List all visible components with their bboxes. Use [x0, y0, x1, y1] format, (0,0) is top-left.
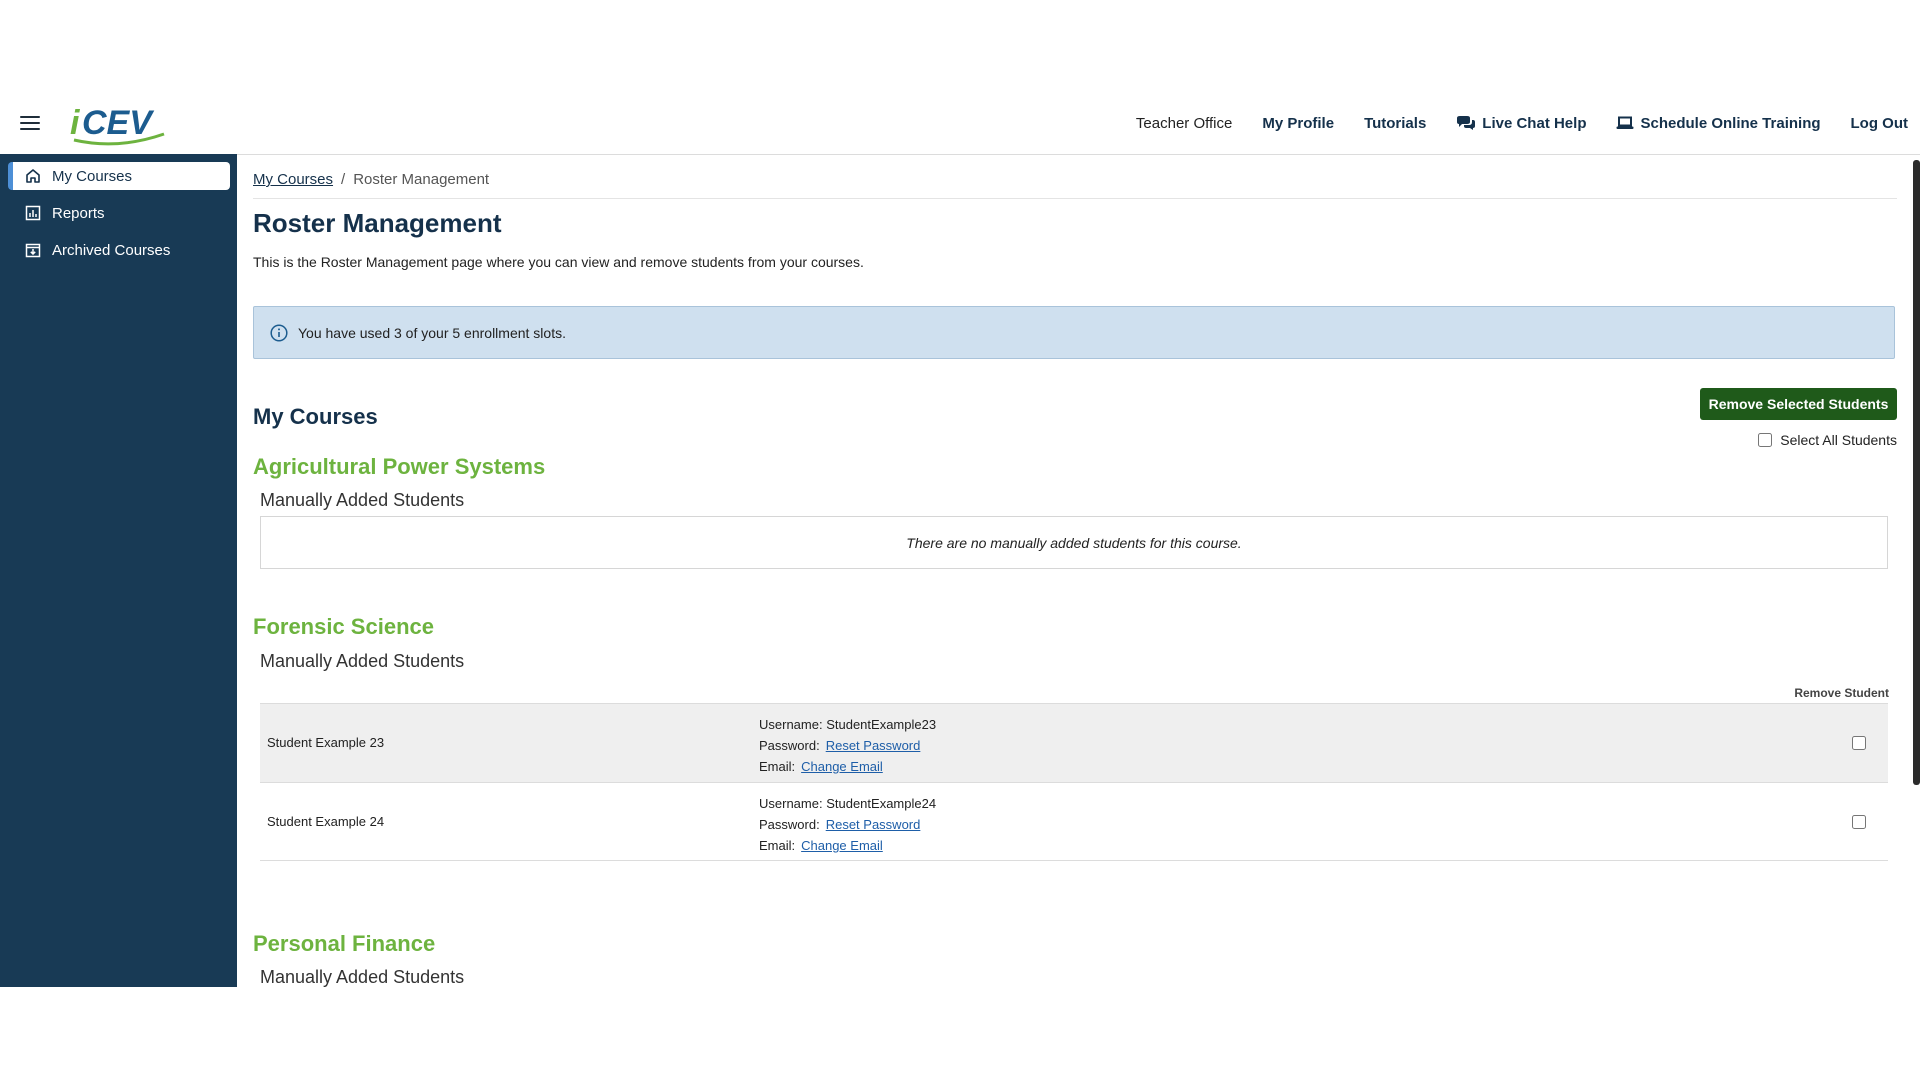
select-all-checkbox[interactable] — [1758, 433, 1773, 447]
archive-icon — [24, 241, 42, 259]
page-intro: This is the Roster Management page where… — [253, 254, 864, 270]
sidebar-item-archived-courses[interactable]: Archived Courses — [8, 236, 230, 264]
sidebar-item-reports[interactable]: Reports — [8, 199, 230, 227]
course-subtitle: Manually Added Students — [260, 651, 465, 671]
sidebar-item-label: Archived Courses — [52, 241, 171, 259]
home-icon — [24, 167, 42, 185]
reports-icon — [24, 204, 42, 222]
username-label: Username: — [759, 796, 823, 811]
breadcrumb-my-courses[interactable]: My Courses — [253, 171, 333, 188]
breadcrumb-divider — [253, 198, 1897, 199]
icev-logo[interactable]: i CEV — [68, 98, 172, 148]
page-title: Roster Management — [253, 208, 502, 238]
student-credentials: Username: StudentExample23 Password: Rese… — [759, 714, 936, 777]
svg-text:CEV: CEV — [82, 104, 155, 142]
select-all-students[interactable]: Select All Students — [1758, 432, 1897, 448]
top-nav: Teacher Office My Profile Tutorials Live… — [1136, 92, 1908, 154]
nav-live-chat[interactable]: Live Chat Help — [1456, 115, 1586, 132]
empty-students-message: There are no manually added students for… — [260, 516, 1888, 569]
main-content: My Courses / Roster Management Roster Mana… — [253, 154, 1897, 987]
nav-teacher-office[interactable]: Teacher Office — [1136, 115, 1232, 132]
section-title-my-courses: My Courses — [253, 404, 378, 429]
remove-student-checkbox[interactable] — [1852, 736, 1866, 750]
course-subtitle: Manually Added Students — [260, 490, 465, 510]
student-credentials: Username: StudentExample24 Password: Rese… — [759, 793, 936, 856]
chat-bubbles-icon — [1457, 116, 1476, 130]
nav-my-profile[interactable]: My Profile — [1262, 115, 1334, 132]
change-email-link[interactable]: Change Email — [801, 838, 883, 853]
reset-password-link[interactable]: Reset Password — [826, 817, 921, 832]
laptop-icon — [1616, 116, 1634, 129]
email-label: Email: — [759, 838, 796, 853]
username-value: StudentExample24 — [826, 796, 937, 811]
username-value: StudentExample23 — [826, 717, 937, 732]
app-window: i CEV Teacher Office My Profile Tutorial… — [0, 92, 1920, 987]
alert-text: You have used 3 of your 5 enrollment slo… — [298, 324, 566, 341]
username-label: Username: — [759, 717, 823, 732]
email-label: Email: — [759, 759, 796, 774]
course-title: Forensic Science — [253, 614, 434, 639]
breadcrumb: My Courses / Roster Management — [253, 171, 489, 188]
scrollbar[interactable] — [1913, 160, 1920, 785]
hamburger-menu-icon[interactable] — [20, 116, 40, 132]
nav-log-out[interactable]: Log Out — [1851, 115, 1908, 132]
reset-password-link[interactable]: Reset Password — [826, 738, 921, 753]
svg-text:i: i — [70, 104, 81, 142]
table-row: Student Example 24 Username: StudentExam… — [260, 782, 1888, 861]
course-subtitle: Manually Added Students — [260, 967, 465, 987]
remove-student-checkbox[interactable] — [1852, 815, 1866, 829]
enrollment-alert: You have used 3 of your 5 enrollment slo… — [253, 306, 1895, 359]
nav-tutorials[interactable]: Tutorials — [1364, 115, 1426, 132]
nav-schedule-training[interactable]: Schedule Online Training — [1616, 114, 1821, 132]
breadcrumb-separator: / — [341, 171, 346, 188]
info-icon — [270, 323, 288, 342]
password-label: Password: — [759, 817, 820, 832]
nav-live-chat-label: Live Chat Help — [1482, 114, 1587, 132]
remove-selected-students-button[interactable]: Remove Selected Students — [1700, 388, 1897, 420]
course-title: Personal Finance — [253, 931, 436, 956]
select-all-label: Select All Students — [1780, 432, 1897, 448]
table-row: Student Example 23 Username: StudentExam… — [260, 703, 1888, 782]
top-header: i CEV Teacher Office My Profile Tutorial… — [0, 92, 1920, 155]
remove-student-column-header: Remove Student — [1794, 686, 1889, 700]
student-name: Student Example 23 — [267, 735, 385, 750]
password-label: Password: — [759, 738, 820, 753]
sidebar-item-my-courses[interactable]: My Courses — [8, 162, 230, 190]
student-name: Student Example 24 — [267, 814, 385, 829]
course-title: Agricultural Power Systems — [253, 454, 546, 479]
breadcrumb-current: Roster Management — [353, 171, 490, 188]
sidebar-item-label: Reports — [52, 204, 105, 222]
sidebar-item-label: My Courses — [52, 167, 133, 185]
nav-schedule-training-label: Schedule Online Training — [1640, 114, 1821, 132]
change-email-link[interactable]: Change Email — [801, 759, 883, 774]
sidebar: My Courses Reports Archived Courses — [0, 154, 237, 987]
